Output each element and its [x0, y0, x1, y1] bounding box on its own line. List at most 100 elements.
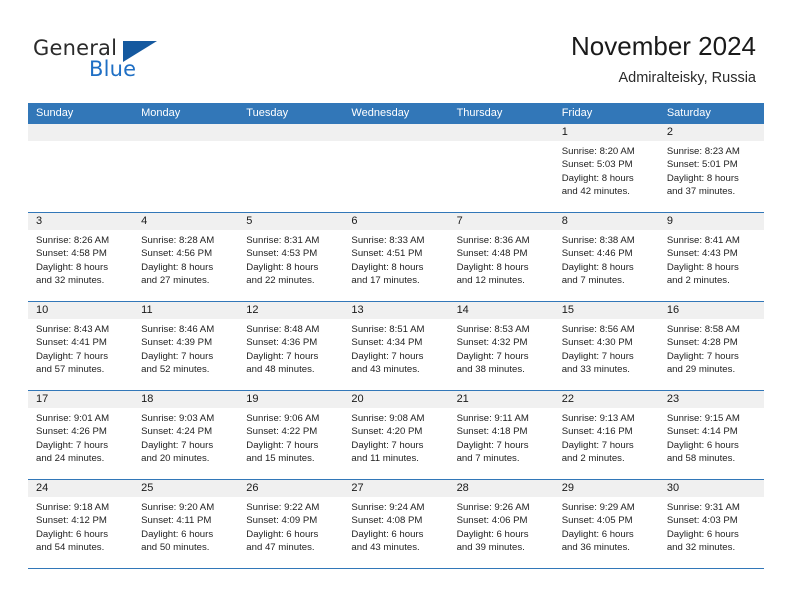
week-date-band: 17 18 19 20 21 22 23: [28, 391, 764, 408]
day-cell: Sunrise: 9:31 AM Sunset: 4:03 PM Dayligh…: [659, 497, 764, 568]
daylight-text-line1: Daylight: 6 hours: [351, 528, 424, 540]
sunrise-text: Sunrise: 8:26 AM: [36, 235, 110, 246]
day-cell: Sunrise: 9:01 AM Sunset: 4:26 PM Dayligh…: [28, 408, 133, 479]
sunrise-text: Sunrise: 8:46 AM: [141, 324, 215, 335]
daylight-text-line1: Daylight: 7 hours: [351, 350, 424, 362]
sunset-text: Sunset: 5:01 PM: [666, 159, 738, 171]
page-header: General Blue November 2024 Admiralteisky…: [0, 0, 792, 100]
day-number: 14: [456, 304, 469, 316]
daylight-text-line2: and 32 minutes.: [36, 275, 105, 287]
logo-text-blue: Blue: [89, 57, 137, 81]
daylight-text-line1: Daylight: 7 hours: [351, 439, 424, 451]
day-number: 3: [36, 215, 43, 227]
daylight-text-line2: and 48 minutes.: [246, 364, 315, 376]
daylight-text-line1: Daylight: 8 hours: [141, 261, 214, 273]
day-cell: Sunrise: 8:43 AM Sunset: 4:41 PM Dayligh…: [28, 319, 133, 390]
day-number: 1: [561, 126, 568, 138]
daylight-text-line2: and 15 minutes.: [246, 453, 315, 465]
general-blue-logo[interactable]: General Blue: [33, 36, 253, 88]
weekday-header-tuesday: Tuesday: [246, 107, 289, 119]
daylight-text-line2: and 50 minutes.: [141, 542, 210, 554]
day-number: 22: [561, 393, 574, 405]
sunset-text: Sunset: 4:56 PM: [141, 248, 213, 260]
daylight-text-line1: Daylight: 7 hours: [36, 350, 108, 362]
sunrise-text: Sunrise: 9:06 AM: [246, 413, 320, 424]
sunset-text: Sunset: 4:03 PM: [666, 515, 738, 527]
daylight-text-line2: and 38 minutes.: [456, 364, 525, 376]
daylight-text-line2: and 12 minutes.: [456, 275, 525, 287]
day-cell: Sunrise: 8:53 AM Sunset: 4:32 PM Dayligh…: [449, 319, 554, 390]
day-number: [238, 124, 343, 141]
day-cell: Sunrise: 9:18 AM Sunset: 4:12 PM Dayligh…: [28, 497, 133, 568]
sunset-text: Sunset: 4:41 PM: [36, 337, 107, 349]
day-cell: [343, 141, 448, 212]
day-number: 20: [351, 393, 364, 405]
weekday-header-monday: Monday: [141, 107, 181, 119]
calendar-week-row: 24 25 26 27 28 29 30 Sunrise: 9:18 AM Su…: [28, 480, 764, 569]
sunset-text: Sunset: 4:05 PM: [561, 515, 633, 527]
sunrise-text: Sunrise: 8:56 AM: [561, 324, 635, 335]
daylight-text-line1: Daylight: 7 hours: [666, 350, 739, 362]
daylight-text-line2: and 47 minutes.: [246, 542, 315, 554]
day-number: 13: [351, 304, 364, 316]
day-cell: Sunrise: 8:46 AM Sunset: 4:39 PM Dayligh…: [133, 319, 238, 390]
daylight-text-line2: and 29 minutes.: [666, 364, 736, 376]
day-cell: Sunrise: 8:51 AM Sunset: 4:34 PM Dayligh…: [343, 319, 448, 390]
sunset-text: Sunset: 4:12 PM: [36, 515, 107, 527]
day-number: 2: [666, 126, 673, 138]
sunrise-text: Sunrise: 9:20 AM: [141, 502, 215, 513]
daylight-text-line1: Daylight: 8 hours: [351, 261, 424, 273]
calendar-week-row: 3 4 5 6 7 8 9 Sunrise: 8:26 AM Sunset: 4…: [28, 213, 764, 302]
day-number: 27: [351, 482, 364, 494]
daylight-text-line2: and 58 minutes.: [666, 453, 736, 465]
week-date-band: 24 25 26 27 28 29 30: [28, 480, 764, 497]
sunrise-text: Sunrise: 9:11 AM: [456, 413, 529, 424]
day-cell: Sunrise: 8:58 AM Sunset: 4:28 PM Dayligh…: [659, 319, 764, 390]
day-number: 5: [246, 215, 253, 227]
day-number: 9: [666, 215, 673, 227]
day-cell: Sunrise: 9:06 AM Sunset: 4:22 PM Dayligh…: [238, 408, 343, 479]
sunrise-text: Sunrise: 8:20 AM: [561, 146, 635, 157]
day-number: 25: [141, 482, 154, 494]
day-cell: Sunrise: 8:38 AM Sunset: 4:46 PM Dayligh…: [554, 230, 659, 301]
day-cell: Sunrise: 8:48 AM Sunset: 4:36 PM Dayligh…: [238, 319, 343, 390]
sunrise-text: Sunrise: 8:28 AM: [141, 235, 215, 246]
day-number: 4: [141, 215, 148, 227]
day-cell: Sunrise: 8:26 AM Sunset: 4:58 PM Dayligh…: [28, 230, 133, 301]
sunset-text: Sunset: 4:51 PM: [351, 248, 423, 260]
day-number: 17: [36, 393, 49, 405]
weekday-header-saturday: Saturday: [666, 107, 711, 119]
daylight-text-line2: and 2 minutes.: [561, 453, 625, 465]
day-cell: Sunrise: 9:13 AM Sunset: 4:16 PM Dayligh…: [554, 408, 659, 479]
week-date-band: 3 4 5 6 7 8 9: [28, 213, 764, 230]
page-subtitle: Admiralteisky, Russia: [618, 70, 756, 86]
sunrise-text: Sunrise: 8:48 AM: [246, 324, 320, 335]
sunrise-text: Sunrise: 9:15 AM: [666, 413, 740, 424]
day-cell: Sunrise: 9:22 AM Sunset: 4:09 PM Dayligh…: [238, 497, 343, 568]
daylight-text-line2: and 2 minutes.: [666, 275, 730, 287]
sunrise-text: Sunrise: 9:01 AM: [36, 413, 110, 424]
day-cell: Sunrise: 8:56 AM Sunset: 4:30 PM Dayligh…: [554, 319, 659, 390]
daylight-text-line1: Daylight: 7 hours: [561, 350, 634, 362]
day-number: 10: [36, 304, 49, 316]
sunrise-text: Sunrise: 8:33 AM: [351, 235, 425, 246]
page-title: November 2024: [571, 31, 756, 61]
sunset-text: Sunset: 4:09 PM: [246, 515, 318, 527]
daylight-text-line1: Daylight: 7 hours: [456, 439, 529, 451]
daylight-text-line1: Daylight: 8 hours: [666, 172, 739, 184]
sunrise-text: Sunrise: 9:31 AM: [666, 502, 740, 513]
daylight-text-line2: and 37 minutes.: [666, 186, 736, 198]
sunset-text: Sunset: 4:43 PM: [666, 248, 738, 260]
week-detail-band: Sunrise: 8:26 AM Sunset: 4:58 PM Dayligh…: [28, 230, 764, 301]
sunset-text: Sunset: 4:16 PM: [561, 426, 633, 438]
daylight-text-line1: Daylight: 7 hours: [246, 439, 319, 451]
daylight-text-line1: Daylight: 8 hours: [246, 261, 319, 273]
day-number: 24: [36, 482, 49, 494]
sunrise-text: Sunrise: 8:51 AM: [351, 324, 425, 335]
daylight-text-line2: and 39 minutes.: [456, 542, 525, 554]
day-number: [343, 124, 448, 141]
day-cell: Sunrise: 8:20 AM Sunset: 5:03 PM Dayligh…: [554, 141, 659, 212]
sunset-text: Sunset: 4:46 PM: [561, 248, 633, 260]
daylight-text-line2: and 32 minutes.: [666, 542, 736, 554]
day-cell: Sunrise: 9:24 AM Sunset: 4:08 PM Dayligh…: [343, 497, 448, 568]
